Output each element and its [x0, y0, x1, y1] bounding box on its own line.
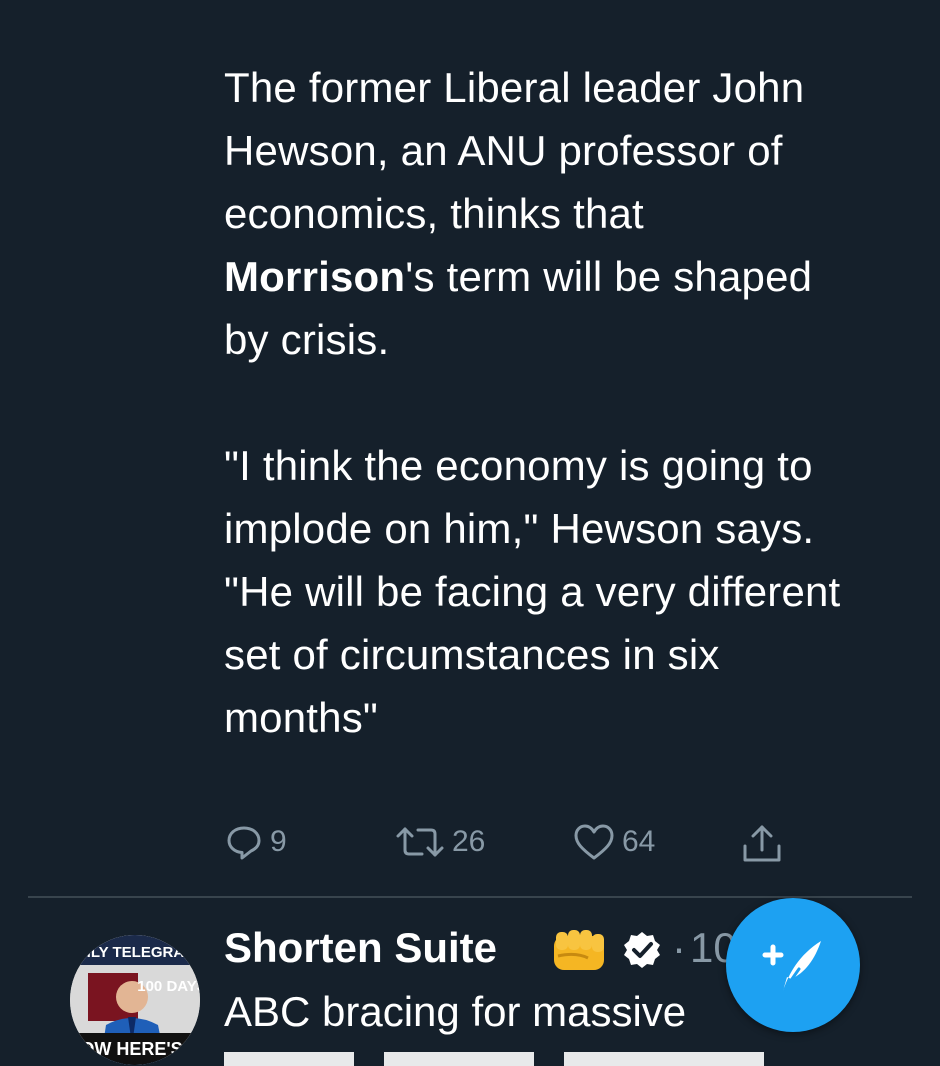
- avatar-masthead-text: DAILY TELEGRAPH: [70, 944, 200, 961]
- reply-count: 9: [270, 825, 287, 858]
- next-tweet-text: ABC bracing for massive: [224, 988, 687, 1035]
- tweet-text-part: The former Liberal leader John Hewson, a…: [224, 64, 805, 237]
- reply-icon: [224, 822, 264, 862]
- avatar-days-text: 100 DAYS: [137, 978, 200, 995]
- tweet-text: The former Liberal leader John Hewson, a…: [224, 56, 864, 749]
- tweet-bold-mention: Morrison: [224, 253, 406, 300]
- tweet-actions-bar: 9 26 64: [0, 822, 940, 872]
- reply-button[interactable]: 9: [224, 822, 287, 862]
- verified-badge-icon: [622, 930, 662, 975]
- share-icon: [740, 822, 784, 866]
- share-button[interactable]: [740, 822, 784, 866]
- compose-tweet-button[interactable]: [726, 898, 860, 1032]
- retweet-button[interactable]: 26: [394, 822, 485, 862]
- retweet-icon: [394, 822, 446, 862]
- avatar[interactable]: DAILY TELEGRAPH 100 DAYS HOW HERE'S: [70, 935, 200, 1065]
- like-button[interactable]: 64: [572, 822, 655, 862]
- tweet-divider: [28, 896, 912, 898]
- separator-dot: ·: [672, 924, 686, 971]
- retweet-count: 26: [452, 825, 486, 858]
- like-count: 64: [622, 825, 656, 858]
- tweet-paragraph-2: "I think the economy is going to implode…: [224, 442, 841, 741]
- tweet-paragraph-1: The former Liberal leader John Hewson, a…: [224, 56, 864, 371]
- next-tweet-text-clipped: [224, 1050, 824, 1066]
- compose-tweet-icon: [755, 925, 831, 1006]
- heart-icon: [572, 822, 616, 862]
- raised-fist-emoji: [548, 926, 610, 979]
- display-name[interactable]: Shorten Suite: [224, 924, 497, 972]
- avatar-headline-text: HOW HERE'S: [70, 1039, 183, 1059]
